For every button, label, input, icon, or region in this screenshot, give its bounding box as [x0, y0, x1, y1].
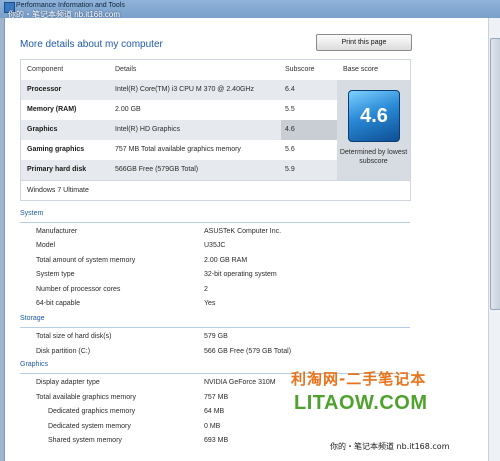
row-value: 0 MB — [204, 423, 221, 430]
watermark-bottom: 你的・笔记本频道 nb.it168.com — [330, 442, 450, 451]
os-edition: Windows 7 Ultimate — [27, 187, 89, 194]
row-value: 2.00 GB RAM — [204, 257, 248, 264]
row-label: System type — [36, 271, 75, 278]
page-title: More details about my computer — [20, 39, 163, 50]
graphics-row: Dedicated system memory 0 MB — [0, 420, 484, 434]
component-details: Intel(R) Core(TM) i3 CPU M 370 @ 2.40GHz — [115, 86, 254, 93]
row-label: Dedicated graphics memory — [48, 408, 136, 415]
component-details: 2.00 GB — [115, 106, 141, 113]
system-row: Manufacturer ASUSTeK Computer Inc. — [0, 225, 484, 239]
row-value: Yes — [204, 300, 216, 307]
row-label: Manufacturer — [36, 228, 78, 235]
component-subscore: 6.4 — [285, 86, 295, 93]
row-label: Display adapter type — [36, 379, 100, 386]
base-score-caption: Determined by lowest subscore — [339, 149, 408, 165]
section-system-heading: System — [20, 210, 410, 223]
scrollbar-thumb[interactable] — [490, 38, 500, 310]
row-value: 64 MB — [204, 408, 225, 415]
row-label: Dedicated system memory — [48, 423, 131, 430]
score-table: Component Details Subscore Base score Pr… — [20, 59, 411, 201]
row-label: Model — [36, 242, 56, 249]
component-details: Intel(R) HD Graphics — [115, 126, 180, 133]
row-value: 2 — [204, 286, 208, 293]
row-label: Total available graphics memory — [36, 394, 136, 401]
watermark-cn: 利淘网-二手笔记本 — [291, 370, 427, 388]
component-name: Processor — [27, 86, 62, 93]
print-button[interactable]: Print this page — [316, 34, 412, 51]
component-subscore: 5.5 — [285, 106, 295, 113]
row-label: Total amount of system memory — [36, 257, 136, 264]
header-base-score: Base score — [343, 66, 379, 73]
vertical-scrollbar[interactable] — [488, 18, 500, 461]
row-value: ASUSTeK Computer Inc. — [204, 228, 282, 235]
section-storage-heading: Storage — [20, 315, 410, 328]
title-bar: Performance Information and Tools 你的・笔记本… — [0, 0, 500, 19]
row-label: Shared system memory — [48, 437, 122, 444]
row-label: Total size of hard disk(s) — [36, 333, 112, 340]
header-component: Component — [27, 66, 64, 73]
component-name: Gaming graphics — [27, 146, 85, 153]
component-details: 566GB Free (579GB Total) — [115, 166, 199, 173]
row-value: 757 MB — [204, 394, 229, 401]
window-title: Performance Information and Tools — [16, 2, 125, 9]
header-subscore: Subscore — [285, 66, 315, 73]
system-row: Model U35JC — [0, 239, 484, 253]
system-row: Number of processor cores 2 — [0, 283, 484, 297]
component-name: Primary hard disk — [27, 166, 87, 173]
component-subscore: 5.6 — [285, 146, 295, 153]
score-row-gaming-graphics: Gaming graphics 757 MB Total available g… — [21, 140, 337, 160]
os-edition-row: Windows 7 Ultimate — [21, 180, 410, 201]
system-row: System type 32-bit operating system — [0, 268, 484, 282]
storage-row: Disk partition (C:) 566 GB Free (579 GB … — [0, 345, 484, 359]
component-subscore: 4.6 — [285, 126, 295, 133]
storage-row: Total size of hard disk(s) 579 GB — [0, 330, 484, 344]
row-value: 693 MB — [204, 437, 229, 444]
watermark-en: LITAOW.COM — [294, 392, 428, 414]
component-subscore: 5.9 — [285, 166, 295, 173]
header-details: Details — [115, 66, 137, 73]
row-value: NVIDIA GeForce 310M — [204, 379, 276, 386]
base-score-panel: 4.6 Determined by lowest subscore — [337, 80, 410, 180]
system-row: 64-bit capable Yes — [0, 297, 484, 311]
score-row-hard-disk: Primary hard disk 566GB Free (579GB Tota… — [21, 160, 337, 180]
row-value: 579 GB — [204, 333, 228, 340]
component-name: Memory (RAM) — [27, 106, 77, 113]
row-value: U35JC — [204, 242, 226, 249]
row-value: 566 GB Free (579 GB Total) — [204, 348, 292, 355]
component-details: 757 MB Total available graphics memory — [115, 146, 241, 153]
row-label: Disk partition (C:) — [36, 348, 91, 355]
base-score-badge: 4.6 — [348, 90, 400, 142]
score-table-header: Component Details Subscore — [21, 60, 337, 80]
row-value: 32-bit operating system — [204, 271, 277, 278]
score-row-processor: Processor Intel(R) Core(TM) i3 CPU M 370… — [21, 80, 337, 100]
row-label: Number of processor cores — [36, 286, 121, 293]
system-row: Total amount of system memory 2.00 GB RA… — [0, 254, 484, 268]
row-label: 64-bit capable — [36, 300, 80, 307]
score-row-memory: Memory (RAM) 2.00 GB 5.5 — [21, 100, 337, 120]
score-row-graphics: Graphics Intel(R) HD Graphics 4.6 — [21, 120, 337, 140]
component-name: Graphics — [27, 126, 58, 133]
